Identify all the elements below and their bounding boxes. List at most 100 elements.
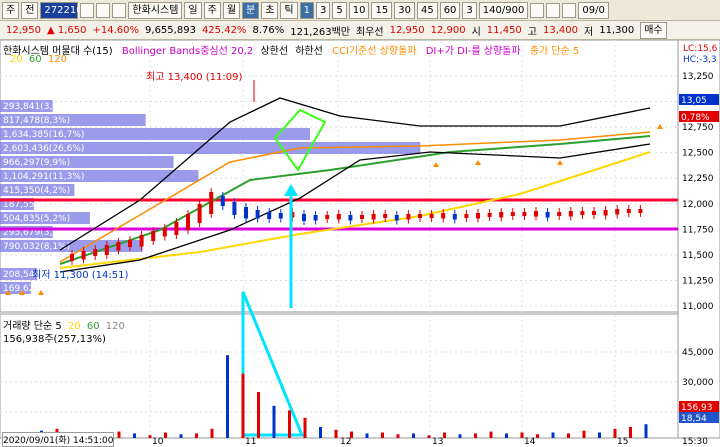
volume-profile-label: 504,835(5,2%) [3,214,70,224]
candle [244,207,248,219]
volume-bar [319,426,322,438]
candle [139,235,144,247]
volume-bar [458,434,462,438]
candle [603,210,608,216]
period-tick[interactable]: 틱 [280,1,298,19]
volume: 9,655,893 [145,24,196,36]
settings-icon[interactable] [546,2,561,18]
best-ask-label: 최우선 [355,26,384,38]
price-tick-label: 11,750 [682,225,714,235]
interval-1[interactable]: 1 [299,1,314,19]
hc-readout: HC:-3,3 [683,55,717,65]
interval-60[interactable]: 60 [439,1,461,19]
time-tick-label: 12 [340,437,351,446]
time-current-label: 15:30 [682,437,708,446]
period-month[interactable]: 월 [222,1,241,19]
volume-bar [598,432,601,438]
price-tick-label: 11,250 [682,276,714,286]
volume-bar [474,433,477,438]
open-price: 11,450 [486,24,522,36]
turnover: 8.76% [252,24,285,36]
group-icon[interactable] [112,2,127,18]
candle [476,213,480,219]
period-week[interactable]: 주 [203,1,221,19]
candle [545,212,550,218]
price-change-value: 1,650 [57,24,87,36]
top-toolbar: 주 전 272210 한화시스템 일 주 월 분 초 틱 1 3 5 10 15… [0,0,720,21]
grid-icon[interactable] [530,2,545,18]
axis-value-tag-text: 0,78% [681,113,710,123]
candle [209,192,214,214]
volume-bar [257,392,260,438]
volume-profile-label: 817,478(8,3%) [3,116,70,126]
low-label: 저 [584,26,594,38]
ma-label: 종가 단순 5 [529,46,580,57]
candle [615,209,620,215]
interval-30[interactable]: 30 [394,1,415,19]
volume-profile-label: 2,603,436(26,6%) [3,144,84,154]
candle [371,214,376,220]
volume-bar [288,410,291,438]
candle [557,212,562,216]
volume-bar [629,426,632,438]
buy-button[interactable]: 매수 [640,21,667,39]
volume-bar [365,433,369,438]
arrow-head [284,184,298,196]
volume-bar [412,433,415,438]
chart-area[interactable]: 13,25013,00012,75012,50012,25012,00011,7… [0,40,720,447]
vol-ma120-label: 120 [105,321,125,332]
chart-canvas[interactable]: 13,25013,00012,75012,50012,25012,00011,7… [0,40,720,446]
candle [360,215,364,219]
low-price: 11,300 [599,24,635,36]
candle [255,210,260,219]
volume-bar [334,429,338,438]
price-tick-label: 12,000 [682,200,714,210]
volume-bar [195,433,198,438]
interval-select[interactable]: 3 [462,1,477,19]
price-tick-label: 12,250 [682,174,714,184]
volume-ratio: 425.42% [201,24,247,36]
candle [568,211,573,217]
candle [464,214,469,218]
period-day[interactable]: 일 [184,1,202,19]
arrow-up-icon[interactable] [96,2,111,18]
volume-profile-label: 415,350(4,2%) [3,186,70,196]
volume-bar [443,432,446,438]
time-tick-label: 15 [617,437,628,446]
volume-bar [381,432,384,438]
candle [592,211,596,215]
candle [220,196,225,206]
volume-value: 156,938주(257,13%) [3,334,106,345]
volume-profile-label: 1,104,291(11,3%) [3,172,84,182]
candle [186,214,190,230]
signal-arrow [475,160,481,165]
candle [626,209,631,213]
cci-signal-label: CCI기준선 상향돌파 [332,46,417,57]
interval-15[interactable]: 15 [371,1,393,19]
search-icon[interactable] [80,2,95,18]
interval-3[interactable]: 3 [316,1,331,19]
signal-arrow [657,124,663,129]
dmi-signal-label: DI+가 DI-를 상향돌파 [425,46,521,57]
candle [348,215,353,221]
market-mode-select[interactable]: 전 [21,1,39,19]
interval-10[interactable]: 10 [348,1,370,19]
candle [580,211,585,215]
market-select[interactable]: 주 [2,1,20,19]
stock-code-input[interactable]: 272210 [40,1,83,19]
period-minute[interactable]: 분 [242,1,260,19]
volume-bar [644,424,648,438]
candle [174,222,179,235]
interval-5[interactable]: 5 [332,1,347,19]
candle [116,242,121,251]
candle [267,212,272,219]
export-icon[interactable] [562,2,577,18]
interval-45[interactable]: 45 [416,1,438,19]
price-tick-label: 11,000 [682,302,714,312]
volume-bar [505,433,508,438]
candle [93,249,98,256]
date-field[interactable]: 09/0 [578,1,609,19]
time-tick-label: 10 [152,437,164,446]
period-second[interactable]: 초 [261,1,279,19]
volume-bar [396,434,400,438]
